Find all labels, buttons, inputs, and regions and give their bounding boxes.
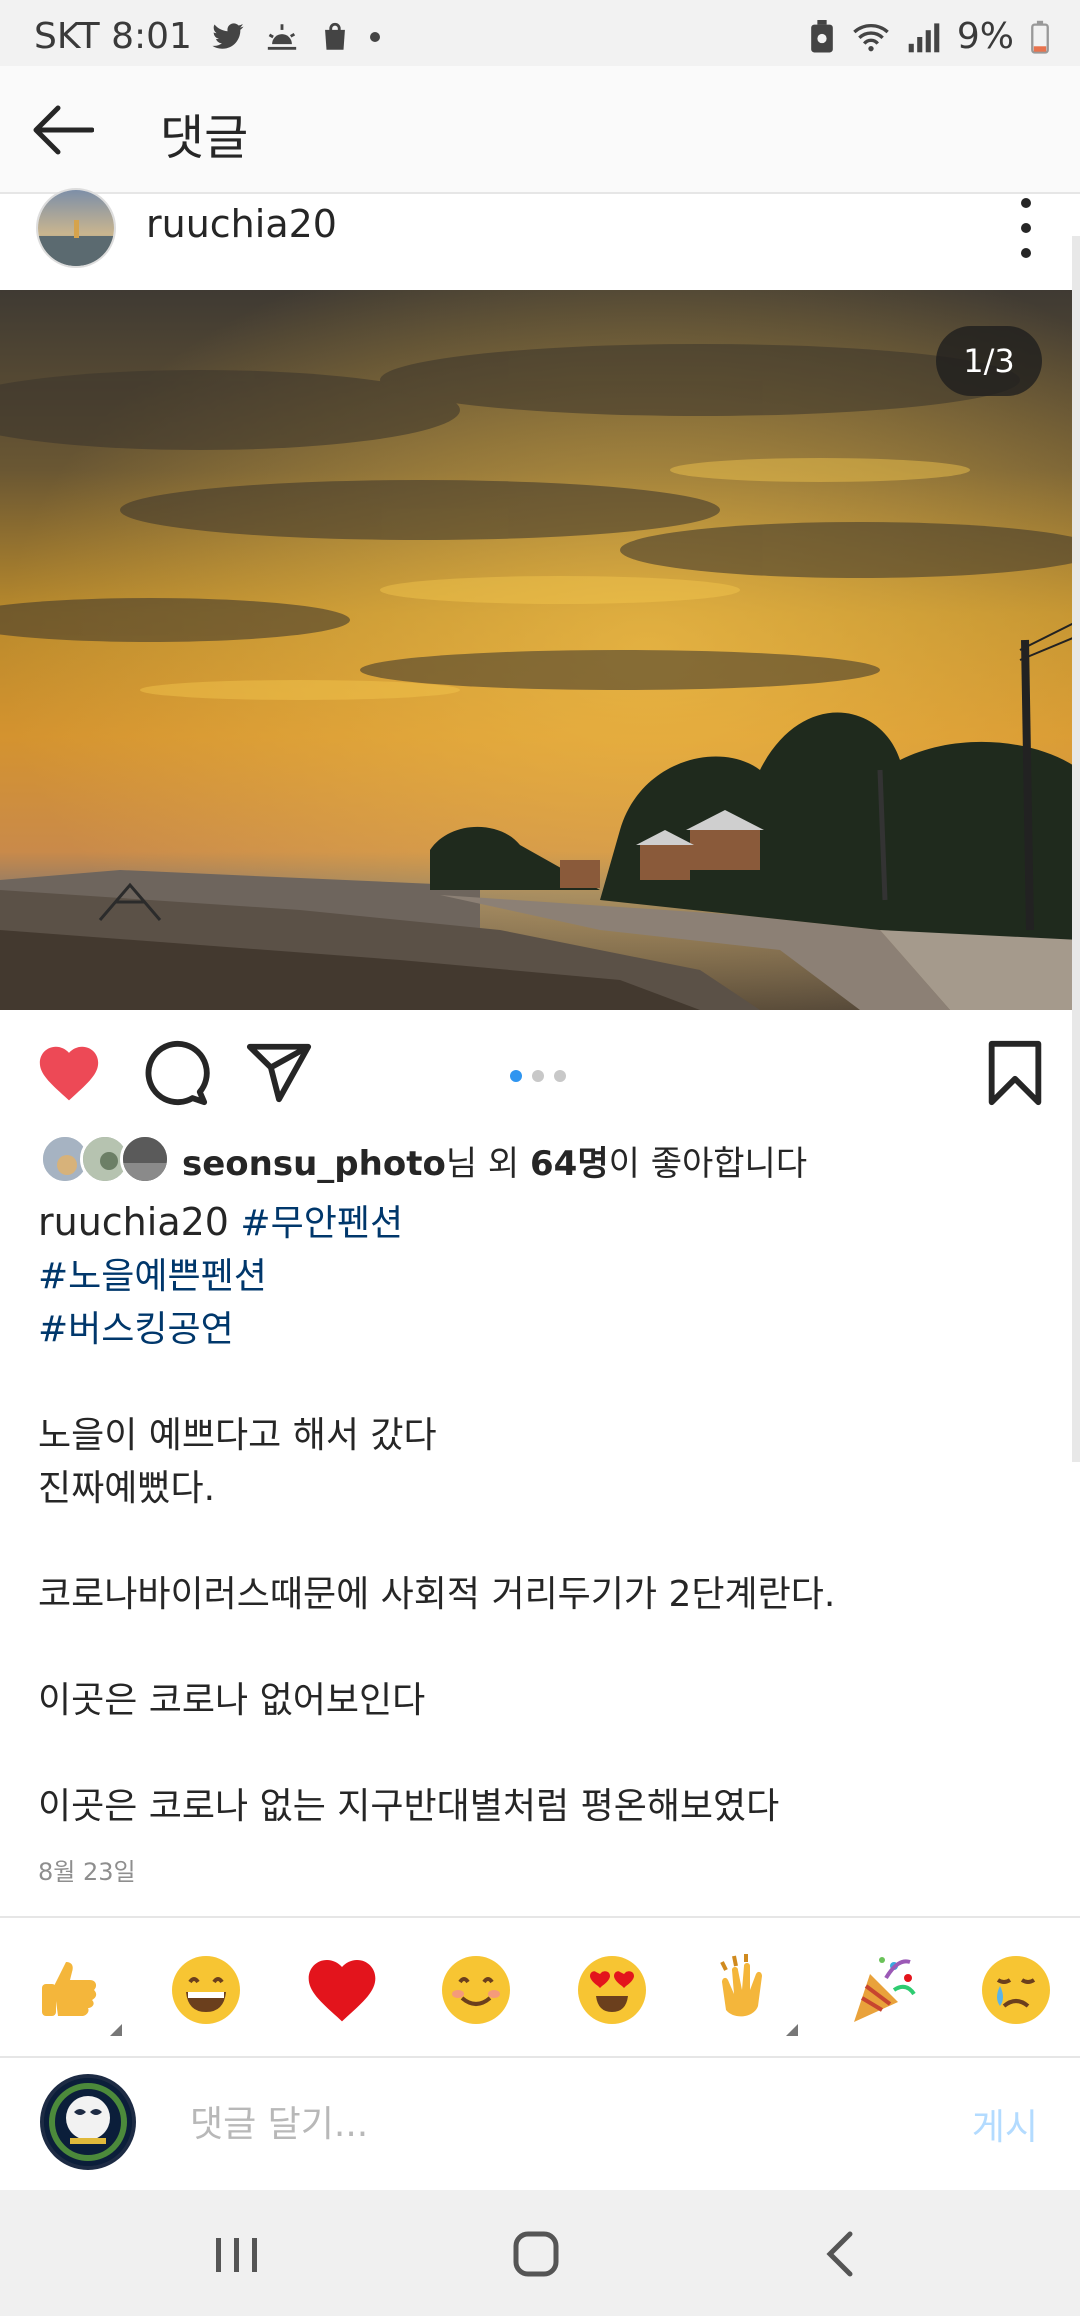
liker-avatars bbox=[40, 1134, 170, 1186]
status-carrier-time: SKT 8:01 bbox=[34, 16, 192, 57]
recent-apps-icon[interactable] bbox=[206, 2228, 266, 2280]
hashtag[interactable]: #버스킹공연 bbox=[38, 1309, 234, 1350]
battery-percentage: 9% bbox=[956, 16, 1014, 57]
post-caption: ruuchia20 #무안펜션 #노을예쁜펜션 #버스킹공연 노을이 예쁘다고 … bbox=[38, 1196, 1038, 1833]
system-nav-bar bbox=[0, 2190, 1080, 2316]
caption-line: 코로나바이러스때문에 사회적 거리두기가 2단계란다. bbox=[38, 1574, 836, 1615]
divider bbox=[0, 1916, 1080, 1918]
liker-avatar bbox=[120, 1134, 170, 1184]
post-header: ruuchia20 bbox=[0, 188, 1080, 290]
wifi-icon bbox=[853, 23, 889, 51]
grinning-emoji-icon[interactable] bbox=[166, 1950, 246, 2030]
crying-emoji-icon[interactable] bbox=[976, 1950, 1056, 2030]
battery-saver-icon bbox=[811, 19, 833, 52]
scrollbar[interactable] bbox=[1072, 236, 1080, 1462]
back-arrow-icon[interactable] bbox=[30, 100, 94, 160]
home-icon[interactable] bbox=[506, 2228, 566, 2280]
hashtag[interactable]: #무안펜션 bbox=[240, 1203, 403, 1244]
sunrise-icon bbox=[267, 23, 297, 50]
quick-emoji-bar bbox=[0, 1950, 1080, 2040]
likes-suffix: 이 좋아합니다 bbox=[608, 1143, 808, 1184]
post-date: 8월 23일 bbox=[38, 1858, 136, 1886]
app-header: 댓글 bbox=[0, 66, 1080, 194]
caption-line: 노을이 예쁘다고 해서 갔다 bbox=[38, 1415, 437, 1456]
more-options-icon[interactable] bbox=[1016, 198, 1036, 258]
post-author-avatar[interactable] bbox=[36, 188, 116, 268]
caption-line: 이곳은 코로나 없는 지구반대별처럼 평온해보였다 bbox=[38, 1786, 780, 1827]
thumbs-up-emoji-icon[interactable] bbox=[30, 1950, 122, 2036]
caption-line: 이곳은 코로나 없어보인다 bbox=[38, 1680, 426, 1721]
caption-username[interactable]: ruuchia20 bbox=[38, 1200, 229, 1244]
bookmark-icon[interactable] bbox=[980, 1038, 1050, 1108]
post-author-username[interactable]: ruuchia20 bbox=[146, 202, 337, 246]
likes-summary[interactable]: seonsu_photo님 외 64명이 좋아합니다 bbox=[40, 1134, 807, 1186]
likes-count[interactable]: 64명 bbox=[530, 1144, 609, 1184]
party-popper-emoji-icon[interactable] bbox=[842, 1950, 922, 2030]
shopping-bag-icon bbox=[325, 22, 345, 50]
twitter-icon bbox=[212, 22, 244, 49]
share-send-icon[interactable] bbox=[244, 1038, 314, 1108]
heart-eyes-emoji-icon[interactable] bbox=[572, 1950, 652, 2030]
hashtag[interactable]: #노을예쁜펜션 bbox=[38, 1256, 267, 1297]
status-bar: SKT 8:01 9% bbox=[0, 0, 1080, 66]
post-comment-button[interactable]: 게시 bbox=[972, 2098, 1038, 2150]
notification-dot-icon bbox=[369, 31, 380, 42]
battery-low-icon bbox=[1031, 20, 1049, 54]
liker-username[interactable]: seonsu_photo bbox=[182, 1144, 446, 1184]
current-user-avatar bbox=[40, 2074, 136, 2170]
page-title: 댓글 bbox=[160, 110, 249, 166]
back-nav-icon[interactable] bbox=[810, 2228, 870, 2280]
carousel-pager bbox=[510, 1070, 566, 1082]
like-heart-icon[interactable] bbox=[34, 1038, 104, 1108]
red-heart-emoji-icon[interactable] bbox=[302, 1950, 382, 2030]
sunset-landscape-image bbox=[0, 290, 1080, 1010]
caption-line: 진짜예뻤다. bbox=[38, 1468, 216, 1509]
clapping-hands-emoji-icon[interactable] bbox=[706, 1950, 798, 2036]
post-photo[interactable]: 1/3 bbox=[0, 290, 1080, 1010]
likes-text: seonsu_photo님 외 64명이 좋아합니다 bbox=[182, 1136, 807, 1185]
smiling-emoji-icon[interactable] bbox=[436, 1950, 516, 2030]
post-actions bbox=[0, 1010, 1080, 1134]
comment-bubble-icon[interactable] bbox=[140, 1038, 210, 1108]
likes-mid: 님 외 bbox=[445, 1143, 531, 1184]
signal-icon bbox=[908, 22, 940, 52]
comment-composer: 게시 bbox=[0, 2058, 1080, 2190]
comment-input[interactable] bbox=[190, 2096, 830, 2152]
image-counter-badge: 1/3 bbox=[936, 326, 1042, 396]
